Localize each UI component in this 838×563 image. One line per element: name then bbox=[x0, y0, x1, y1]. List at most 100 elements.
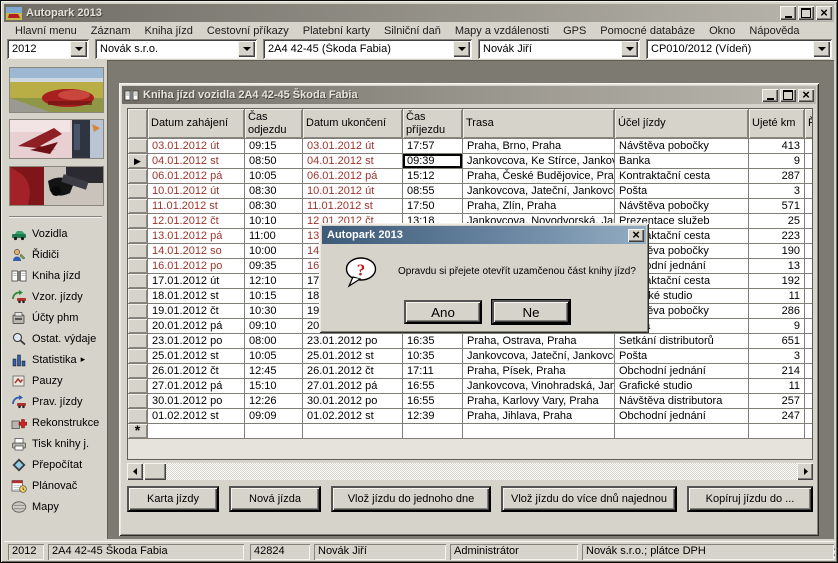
cell-dep[interactable]: 12:26 bbox=[245, 394, 303, 409]
scroll-right-icon[interactable] bbox=[797, 463, 813, 480]
cell-km[interactable]: 223 bbox=[749, 229, 805, 244]
karta-j-zdy-button[interactable]: Karta jízdy bbox=[127, 486, 219, 512]
cell-dep[interactable]: 10:00 bbox=[245, 244, 303, 259]
menu-item-n-pov-da[interactable]: Nápověda bbox=[742, 23, 806, 39]
row-selector-cell[interactable] bbox=[128, 319, 148, 334]
cell-extra[interactable] bbox=[805, 154, 813, 169]
cell-empty[interactable] bbox=[615, 424, 749, 439]
cell-purpose[interactable]: Banka bbox=[615, 154, 749, 169]
vlo-j-zdu-do-v-ce-dn-najednou-button[interactable]: Vlož jízdu do více dnů najednou bbox=[501, 486, 677, 512]
cell-end[interactable]: 27.01.2012 pá bbox=[303, 379, 403, 394]
row-selector-cell[interactable] bbox=[128, 199, 148, 214]
cell-extra[interactable] bbox=[805, 409, 813, 424]
cell-purpose[interactable]: Návštěva pobočky bbox=[615, 139, 749, 154]
menu-item-hlavn-menu[interactable]: Hlavní menu bbox=[8, 23, 84, 39]
cell-dep[interactable]: 10:15 bbox=[245, 289, 303, 304]
cell-start[interactable]: 13.01.2012 pá bbox=[148, 229, 245, 244]
cell-start[interactable]: 27.01.2012 pá bbox=[148, 379, 245, 394]
cell-start[interactable]: 17.01.2012 út bbox=[148, 274, 245, 289]
sidebar-item-vozidla[interactable]: Vozidla bbox=[11, 226, 99, 241]
cell-route[interactable]: Jankovcova, Vinohradská, Jankovcova bbox=[463, 379, 615, 394]
cell-route[interactable]: Praha, Jihlava, Praha bbox=[463, 409, 615, 424]
cell-km[interactable]: 571 bbox=[749, 199, 805, 214]
cell-extra[interactable] bbox=[805, 364, 813, 379]
cell-empty[interactable] bbox=[303, 424, 403, 439]
cell-start[interactable]: 20.01.2012 pá bbox=[148, 319, 245, 334]
cell-start[interactable]: 25.01.2012 st bbox=[148, 349, 245, 364]
cell-km[interactable]: 25 bbox=[749, 214, 805, 229]
cell-dep[interactable]: 08:30 bbox=[245, 199, 303, 214]
sidebar-item-idi-i[interactable]: Řidiči bbox=[11, 247, 99, 262]
cell-arr[interactable]: 16:55 bbox=[403, 394, 463, 409]
cell-arr[interactable]: 17:50 bbox=[403, 199, 463, 214]
logbook-close-icon[interactable] bbox=[798, 89, 814, 102]
trip-combobox[interactable]: CP010/2012 (Vídeň) bbox=[646, 39, 832, 59]
row-selector-cell[interactable] bbox=[128, 394, 148, 409]
sidebar-item-rekonstrukce[interactable]: Rekonstrukce bbox=[11, 415, 99, 430]
cell-km[interactable]: 192 bbox=[749, 274, 805, 289]
cell-start[interactable]: 19.01.2012 čt bbox=[148, 304, 245, 319]
cell-start[interactable]: 16.01.2012 po bbox=[148, 259, 245, 274]
cell-km[interactable]: 11 bbox=[749, 289, 805, 304]
menu-item-okno[interactable]: Okno bbox=[702, 23, 742, 39]
menu-item-cestovn-p-kazy[interactable]: Cestovní příkazy bbox=[200, 23, 296, 39]
cell-start[interactable]: 10.01.2012 út bbox=[148, 184, 245, 199]
year-combobox[interactable]: 2012 bbox=[7, 39, 89, 59]
sidebar-item-pl-nova[interactable]: Plánovač bbox=[11, 478, 99, 493]
menu-item-mapy-a-vzd-lenosti[interactable]: Mapy a vzdálenosti bbox=[448, 23, 556, 39]
cell-end[interactable]: 03.01.2012 út bbox=[303, 139, 403, 154]
cell-route[interactable]: Jankovcova, Jateční, Jankovcova bbox=[463, 184, 615, 199]
sidebar-item-pauzy[interactable]: Pauzy bbox=[11, 373, 99, 388]
cell-purpose[interactable]: Pošta bbox=[615, 349, 749, 364]
cell-empty[interactable] bbox=[245, 424, 303, 439]
cell-route[interactable]: Praha, Písek, Praha bbox=[463, 364, 615, 379]
cell-extra[interactable] bbox=[805, 199, 813, 214]
cell-route[interactable]: Praha, Brno, Praha bbox=[463, 139, 615, 154]
cell-route[interactable]: Jankovcova, Ke Stírce, Jankovcova bbox=[463, 154, 615, 169]
cell-end[interactable]: 25.01.2012 st bbox=[303, 349, 403, 364]
vlo-j-zdu-do-jednoho-dne-button[interactable]: Vlož jízdu do jednoho dne bbox=[331, 486, 491, 512]
row-selector-cell[interactable] bbox=[128, 139, 148, 154]
row-selector-cell[interactable] bbox=[128, 244, 148, 259]
cell-dep[interactable]: 12:10 bbox=[245, 274, 303, 289]
kop-ruj-j-zdu-do-button[interactable]: Kopíruj jízdu do ... bbox=[687, 486, 813, 512]
cell-dep[interactable]: 10:05 bbox=[245, 349, 303, 364]
cell-end[interactable]: 01.02.2012 st bbox=[303, 409, 403, 424]
vehicle-combobox[interactable]: 2A4 42-45 (Škoda Fabia) bbox=[263, 39, 472, 59]
cell-empty[interactable] bbox=[403, 424, 463, 439]
cell-extra[interactable] bbox=[805, 334, 813, 349]
row-selector-cell[interactable] bbox=[128, 214, 148, 229]
sidebar-item-ostat-v-daje[interactable]: Ostat. výdaje bbox=[11, 331, 99, 346]
cell-extra[interactable] bbox=[805, 229, 813, 244]
cell-dep[interactable]: 09:10 bbox=[245, 319, 303, 334]
cell-arr[interactable]: 17:57 bbox=[403, 139, 463, 154]
row-selector-cell[interactable] bbox=[128, 364, 148, 379]
cell-dep[interactable]: 09:35 bbox=[245, 259, 303, 274]
cell-end[interactable]: 04.01.2012 st bbox=[303, 154, 403, 169]
cell-start[interactable]: 23.01.2012 po bbox=[148, 334, 245, 349]
cell-km[interactable]: 9 bbox=[749, 319, 805, 334]
cell-start[interactable]: 18.01.2012 st bbox=[148, 289, 245, 304]
cell-km[interactable]: 286 bbox=[749, 304, 805, 319]
cell-end[interactable]: 26.01.2012 čt bbox=[303, 364, 403, 379]
cell-km[interactable]: 651 bbox=[749, 334, 805, 349]
menu-item-platebn-karty[interactable]: Platební karty bbox=[296, 23, 377, 39]
cell-km[interactable]: 3 bbox=[749, 349, 805, 364]
sidebar-item-kniha-j-zd[interactable]: Kniha jízd bbox=[11, 268, 99, 283]
sidebar-item-vzor-j-zdy[interactable]: Vzor. jízdy bbox=[11, 289, 99, 304]
cell-dep[interactable]: 09:09 bbox=[245, 409, 303, 424]
driver-combobox[interactable]: Novák Jiří bbox=[478, 39, 640, 59]
cell-km[interactable]: 287 bbox=[749, 169, 805, 184]
cell-dep[interactable]: 11:00 bbox=[245, 229, 303, 244]
cell-extra[interactable] bbox=[805, 379, 813, 394]
cell-start[interactable]: 03.01.2012 út bbox=[148, 139, 245, 154]
minimize-icon[interactable] bbox=[780, 6, 796, 20]
cell-route[interactable]: Praha, Zlín, Praha bbox=[463, 199, 615, 214]
cell-route[interactable]: Praha, Ostrava, Praha bbox=[463, 334, 615, 349]
cell-km[interactable]: 3 bbox=[749, 184, 805, 199]
cell-km[interactable]: 214 bbox=[749, 364, 805, 379]
row-selector-cell[interactable] bbox=[128, 334, 148, 349]
cell-km[interactable]: 247 bbox=[749, 409, 805, 424]
close-icon[interactable] bbox=[816, 6, 832, 20]
cell-extra[interactable] bbox=[805, 139, 813, 154]
